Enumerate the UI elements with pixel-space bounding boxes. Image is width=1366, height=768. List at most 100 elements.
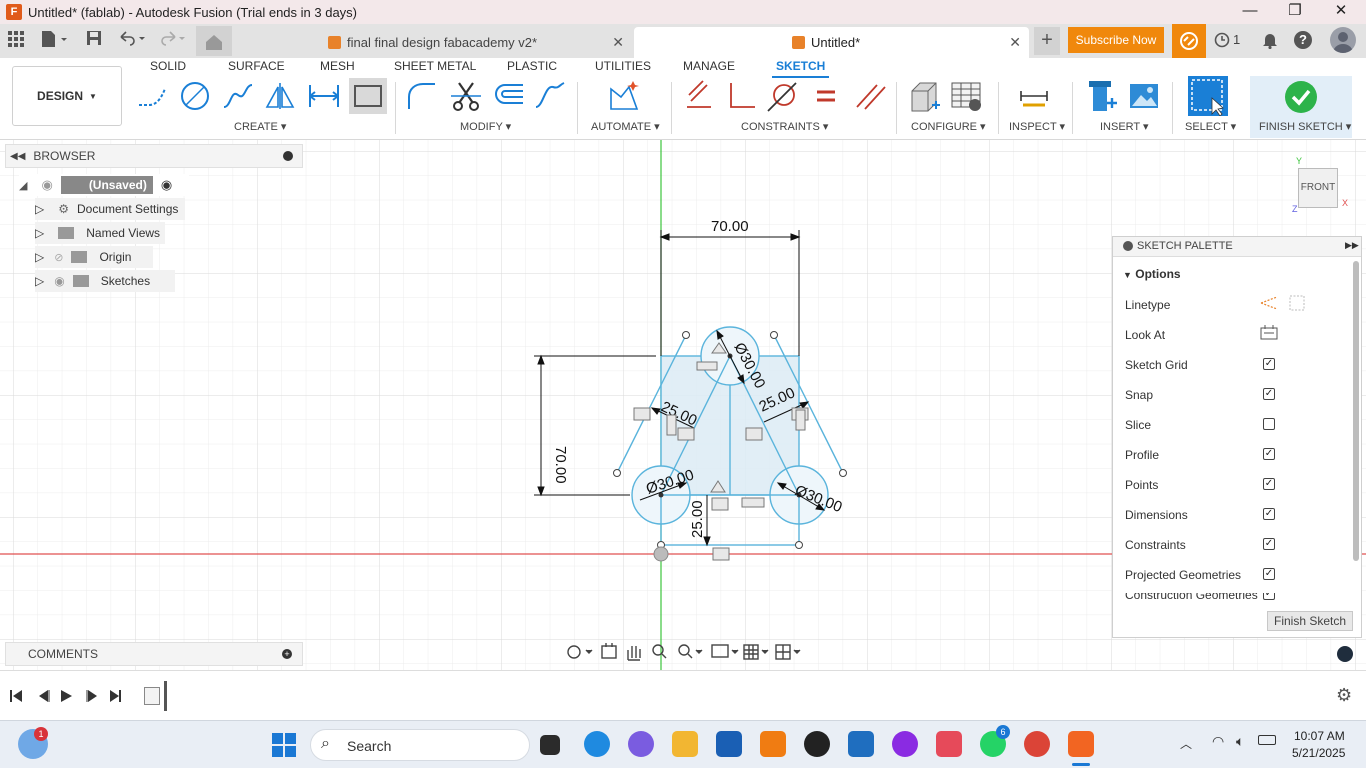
create-menu[interactable]: CREATE ▾ [234, 120, 286, 133]
show-hidden-icons[interactable]: ︿ [1180, 735, 1192, 752]
viewcube[interactable]: FRONT Y X Z [1290, 156, 1356, 220]
palette-scrollbar[interactable] [1353, 261, 1359, 561]
options-section[interactable]: ▼ Options [1123, 267, 1181, 281]
job-status-icon[interactable] [1214, 32, 1230, 51]
close-tab-icon[interactable]: ✕ [612, 34, 624, 51]
expand-arrow-icon[interactable]: ▷ [35, 202, 44, 216]
volume-icon[interactable]: 🔈︎ [1236, 733, 1244, 750]
slice-checkbox[interactable] [1263, 418, 1275, 430]
profile-checkbox[interactable]: ✓ [1263, 448, 1275, 460]
collapse-panel-icon[interactable]: ◀◀ [10, 151, 25, 162]
measure-tool-icon[interactable] [1016, 78, 1052, 114]
tab-final-design[interactable]: final final design fabacademy v2* ✕ [236, 27, 632, 58]
perpendicular-constraint-icon[interactable] [722, 78, 758, 114]
expand-arrow-icon[interactable]: ▷ [35, 250, 44, 264]
insert-derive-icon[interactable] [1084, 78, 1120, 114]
tab-mesh[interactable]: MESH [320, 59, 355, 73]
browser-item-document-settings[interactable]: ▷ ⚙ Document Settings [35, 198, 185, 220]
comments-panel[interactable]: COMMENTS + [5, 642, 303, 666]
automate-menu[interactable]: AUTOMATE ▾ [591, 120, 660, 133]
app-media-icon[interactable] [936, 731, 962, 757]
sketch-grid-checkbox[interactable]: ✓ [1263, 358, 1275, 370]
curve-tool-icon[interactable] [532, 78, 568, 114]
whatsapp-icon[interactable]: 6 [980, 725, 1010, 757]
configure-table-icon[interactable] [948, 78, 984, 114]
close-window-button[interactable]: ✕ [1318, 0, 1364, 24]
wifi-icon[interactable]: ◠ [1212, 733, 1224, 750]
new-tab-button[interactable]: + [1034, 27, 1060, 55]
copilot-icon[interactable] [628, 731, 654, 757]
active-radio-icon[interactable]: ◉ [161, 177, 172, 193]
expand-triangle-icon[interactable]: ◢ [19, 179, 27, 192]
collapse-palette-icon[interactable] [1123, 241, 1133, 251]
construction-linetype-icon[interactable] [1259, 295, 1281, 311]
automate-tool-icon[interactable] [606, 78, 642, 114]
subscribe-button[interactable]: Subscribe Now [1068, 27, 1164, 53]
fusion-taskbar-icon[interactable] [1068, 731, 1094, 757]
insert-image-icon[interactable] [1126, 78, 1162, 114]
equal-constraint-icon[interactable] [808, 78, 844, 114]
save-icon[interactable] [86, 30, 102, 49]
mirror-tool-icon[interactable] [262, 78, 298, 114]
select-menu[interactable]: SELECT ▾ [1185, 120, 1236, 133]
browser-item-named-views[interactable]: ▷ Named Views [35, 222, 165, 244]
spline-tool-icon[interactable] [220, 78, 256, 114]
notifications-icon[interactable] [1262, 31, 1278, 52]
file-menu-icon[interactable] [40, 30, 68, 51]
timeline-settings-icon[interactable]: ⚙ [1336, 685, 1352, 706]
tab-sheet-metal[interactable]: SHEET METAL [394, 59, 476, 73]
clock-time[interactable]: 10:07 AM [1294, 729, 1345, 743]
parameters-icon[interactable] [905, 78, 941, 114]
visibility-eye-icon[interactable]: ◉ [41, 177, 52, 193]
weather-icon[interactable]: 1 [18, 727, 48, 759]
tab-sketch[interactable]: SKETCH [772, 59, 830, 78]
modify-menu[interactable]: MODIFY ▾ [460, 120, 511, 133]
battery-icon[interactable] [1258, 735, 1276, 745]
windows-start-icon[interactable] [272, 733, 296, 757]
maximize-button[interactable]: ❐ [1272, 0, 1318, 24]
visibility-eye-icon[interactable]: ◉ [54, 274, 64, 288]
viewcube-face-front[interactable]: FRONT [1298, 168, 1338, 208]
trim-tool-icon[interactable] [448, 78, 484, 114]
timeline-marker[interactable] [164, 681, 167, 711]
chrome-icon[interactable] [1024, 731, 1050, 757]
undo-icon[interactable] [118, 30, 148, 49]
extensions-icon[interactable] [1172, 24, 1206, 58]
browser-item-sketches[interactable]: ▷ ◉ Sketches [35, 270, 175, 292]
taskbar-search[interactable]: ⌕ Search [310, 729, 530, 761]
browser-item-origin[interactable]: ▷ ⊘ Origin [35, 246, 153, 268]
chat-icon[interactable] [1337, 646, 1353, 662]
construction-geometries-checkbox[interactable]: ✓ [1263, 593, 1275, 600]
centerline-linetype-icon[interactable] [1289, 295, 1305, 311]
look-at-icon[interactable] [1260, 325, 1278, 341]
add-comment-icon[interactable]: + [282, 649, 292, 659]
tab-untitled[interactable]: Untitled* ✕ [634, 27, 1029, 58]
dimension-tool-icon[interactable] [306, 78, 342, 114]
tab-manage[interactable]: MANAGE [683, 59, 735, 73]
tab-plastic[interactable]: PLASTIC [507, 59, 557, 73]
configure-menu[interactable]: CONFIGURE ▾ [911, 120, 986, 133]
coincident-constraint-icon[interactable] [680, 78, 716, 114]
vlc-icon[interactable] [760, 731, 786, 757]
insert-menu[interactable]: INSERT ▾ [1100, 120, 1149, 133]
finish-sketch-palette-button[interactable]: Finish Sketch [1267, 611, 1353, 631]
canvas-viewport[interactable]: 70.00 70.00 25.00 25.00 25.00 Ø30.00 Ø30… [0, 140, 1366, 670]
inspect-menu[interactable]: INSPECT ▾ [1009, 120, 1065, 133]
browser-root-row[interactable]: ◢ ◉ (Unsaved) ◉ [19, 174, 189, 196]
user-avatar[interactable] [1330, 27, 1356, 53]
tab-solid[interactable]: SOLID [150, 59, 186, 73]
points-checkbox[interactable]: ✓ [1263, 478, 1275, 490]
app-b-icon[interactable] [804, 731, 830, 757]
microsoft-store-icon[interactable] [716, 731, 742, 757]
dimensions-checkbox[interactable]: ✓ [1263, 508, 1275, 520]
file-explorer-icon[interactable] [672, 731, 698, 757]
edge-browser-icon[interactable] [584, 731, 610, 757]
redo-icon[interactable] [158, 30, 188, 49]
tangent-constraint-icon[interactable] [765, 78, 801, 114]
circle-tool-icon[interactable] [177, 78, 213, 114]
tab-utilities[interactable]: UTILITIES [595, 59, 651, 73]
calculator-icon[interactable] [848, 731, 874, 757]
pin-panel-icon[interactable] [283, 151, 293, 161]
line-tool-icon[interactable] [134, 78, 170, 114]
grid-menu-icon[interactable] [8, 31, 24, 47]
